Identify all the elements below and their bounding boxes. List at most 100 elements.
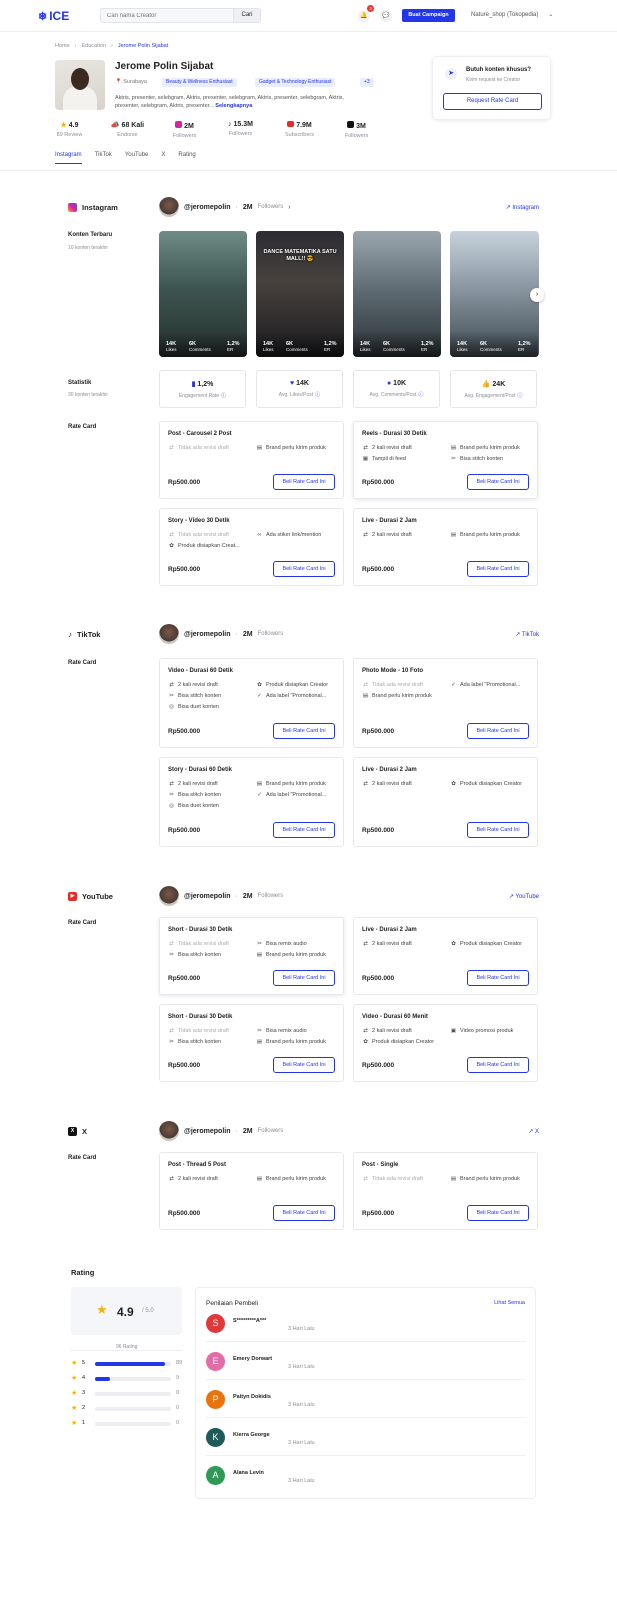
reviewer-avatar: A — [206, 1466, 225, 1485]
tiktok-link[interactable]: ↗ TikTok — [515, 631, 539, 638]
account-handle[interactable]: @jeromepolin — [184, 1128, 231, 1135]
create-campaign-button[interactable]: Buat Campaign — [402, 9, 455, 22]
buy-rate-card-button[interactable]: Beli Rate Card Ini — [467, 723, 529, 739]
feature-text: Tidak ada revisi draft — [178, 941, 229, 947]
rating-max: / 5.0 — [142, 1308, 154, 1314]
x-section-title: XX — [68, 1127, 87, 1136]
info-icon[interactable]: ⓘ — [315, 392, 320, 398]
rate-card-feature: ∞ Ada stiker link/mention — [256, 532, 322, 538]
notification-button[interactable]: 🔔 — [358, 10, 370, 22]
buy-rate-card-button[interactable]: Beli Rate Card Ini — [273, 1205, 335, 1221]
tab-youtube[interactable]: YouTube — [125, 152, 149, 164]
chevron-right-icon[interactable]: › — [288, 204, 290, 211]
rate-card-feature: ✂ Bisa stitch konten — [168, 693, 221, 699]
feature-text: Produk disiapkan Creator — [460, 781, 523, 787]
info-icon[interactable]: ⓘ — [418, 392, 423, 398]
tag-gadget[interactable]: Gadget & Technology Enthusiast — [255, 78, 336, 87]
box-icon: ▤ — [450, 445, 457, 451]
account-switcher[interactable]: Nature_shop (Tokopedia) ⌄ — [471, 11, 553, 18]
tab-tiktok[interactable]: TikTok — [95, 152, 112, 164]
feature-text: 2 kali revisi draft — [372, 532, 412, 538]
star-count: 0 — [176, 1420, 180, 1426]
star-level: 2 — [82, 1405, 86, 1411]
post-er-label: ER — [421, 347, 428, 352]
buy-rate-card-button[interactable]: Beli Rate Card Ini — [467, 1057, 529, 1073]
read-more-link[interactable]: Selengkapnya — [215, 103, 252, 109]
buy-rate-card-button[interactable]: Beli Rate Card Ini — [467, 561, 529, 577]
x-link[interactable]: ↗ X — [528, 1128, 539, 1135]
instagram-link[interactable]: ↗ Instagram — [506, 204, 539, 211]
content-thumbnail[interactable]: 14K Likes 6K Comments 1,2% ER — [450, 231, 539, 357]
rate-card-price: Rp500.000 — [362, 1062, 395, 1069]
divider — [206, 1417, 526, 1418]
remix-icon: ✂ — [257, 1028, 262, 1034]
rate-card-label: Rate Card — [68, 920, 97, 926]
section-name: TikTok — [77, 630, 101, 639]
buy-rate-card-button[interactable]: Beli Rate Card Ini — [467, 970, 529, 986]
see-all-link[interactable]: Lihat Semua — [494, 1300, 525, 1306]
star-icon: ★ — [71, 1375, 78, 1382]
buy-rate-card-button[interactable]: Beli Rate Card Ini — [467, 822, 529, 838]
rate-card-price: Rp500.000 — [168, 827, 201, 834]
tab-rating[interactable]: Rating — [178, 152, 195, 164]
buy-rate-card-button[interactable]: Beli Rate Card Ini — [467, 1205, 529, 1221]
stat-value: 1,2% — [197, 381, 214, 388]
breadcrumb-home[interactable]: Home — [55, 43, 70, 49]
tiktok-icon: ♪ — [228, 121, 232, 128]
followers-label: Followers — [257, 893, 284, 899]
rate-card: Photo Mode - 10 Foto ⇄ Tidak ada revisi dr… — [353, 658, 538, 748]
breadcrumb-category[interactable]: Education — [82, 43, 106, 49]
search-button[interactable]: Cari — [233, 9, 260, 22]
stitch-icon: ✂ — [169, 952, 174, 958]
buy-rate-card-button[interactable]: Beli Rate Card Ini — [273, 723, 335, 739]
check-circle-icon: ✓ — [257, 792, 262, 798]
stat-label: 89 Review — [56, 132, 83, 138]
account-handle[interactable]: @jeromepolin — [184, 631, 231, 638]
feature-text: Produk disiapkan Creator — [266, 682, 329, 688]
rate-card-feature: ⇄ Tidak ada revisi draft — [168, 941, 229, 947]
request-title: Butuh konten khusus? — [466, 67, 531, 73]
buy-rate-card-button[interactable]: Beli Rate Card Ini — [273, 561, 335, 577]
buy-rate-card-button[interactable]: Beli Rate Card Ini — [273, 822, 335, 838]
buy-rate-card-button[interactable]: Beli Rate Card Ini — [467, 474, 529, 490]
box-icon: ▤ — [256, 1039, 263, 1045]
carousel-next-button[interactable]: › — [530, 288, 544, 302]
rate-card-feature: ✿ Produk disiapkan Creator — [256, 682, 328, 688]
rate-card: Short - Durasi 30 Detik ⇄ Tidak ada revisi… — [159, 917, 344, 995]
tiktok-icon: ♪ — [68, 630, 72, 639]
link-label: X — [534, 1129, 539, 1135]
buy-rate-card-button[interactable]: Beli Rate Card Ini — [273, 970, 335, 986]
request-rate-card-button[interactable]: Request Rate Card — [443, 93, 542, 110]
gift-icon: ✿ — [451, 941, 456, 947]
tab-x[interactable]: X — [161, 152, 165, 164]
account-handle[interactable]: @jeromepolin — [184, 893, 231, 900]
rate-card-title: Post - Single — [362, 1162, 399, 1168]
tag-beauty[interactable]: Beauty & Wellness Enthusiast — [162, 78, 237, 87]
stat-label: Subscribers — [284, 132, 315, 138]
check-circle-icon: ✓ — [257, 693, 262, 699]
logo[interactable]: ❄ ICE — [38, 9, 69, 23]
content-thumbnail[interactable]: DANCE MATEMATIKA SATU MALL!! 😎 14K Likes 6K… — [256, 231, 344, 357]
review-time: 3 Hari Lalu — [288, 1402, 315, 1408]
follower-count: 2M — [242, 630, 253, 638]
content-thumbnail[interactable]: 14K Likes 6K Comments 1,2% ER — [353, 231, 441, 357]
tab-instagram[interactable]: Instagram — [55, 152, 82, 164]
content-thumbnail[interactable]: 14K Likes 6K Comments 1,2% ER — [159, 231, 247, 357]
stat-rating: ★ 4.9 89 Review — [47, 121, 92, 138]
thumbnail-stats: 14K Likes 6K Comments 1,2% ER — [353, 331, 441, 357]
youtube-link[interactable]: ↗ YouTube — [509, 893, 539, 900]
info-icon[interactable]: ⓘ — [221, 393, 226, 399]
star-level: 5 — [82, 1360, 86, 1366]
rate-card-title: Video - Durasi 60 Detik — [168, 668, 233, 674]
tag-more[interactable]: +3 — [360, 78, 374, 87]
buy-rate-card-button[interactable]: Beli Rate Card Ini — [273, 1057, 335, 1073]
stitch-icon: ✂ — [451, 456, 456, 462]
search-input[interactable] — [101, 9, 231, 22]
chat-button[interactable]: 💬 — [380, 10, 392, 22]
instagram-account: @jeromepolin · 2M Followers › — [159, 197, 291, 217]
account-handle[interactable]: @jeromepolin — [184, 204, 231, 211]
buy-rate-card-button[interactable]: Beli Rate Card Ini — [273, 474, 335, 490]
info-icon[interactable]: ⓘ — [518, 393, 523, 399]
rate-card-title: Short - Durasi 30 Detik — [168, 927, 233, 933]
rate-card-feature: ▤ Brand perlu kirim produk — [256, 1039, 326, 1045]
